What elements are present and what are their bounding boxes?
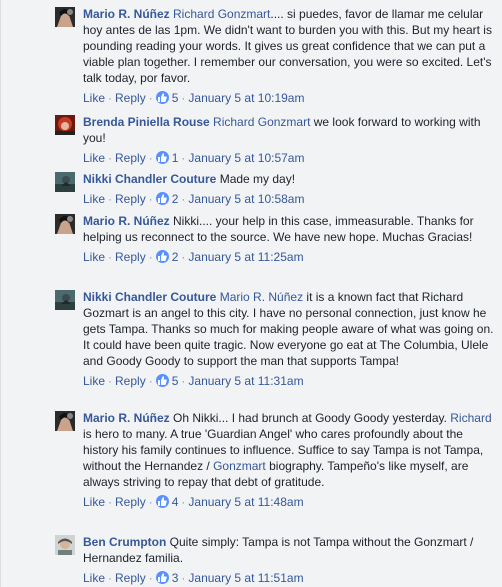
comment-item: Brenda Piniella Rouse Richard Gonzmart w…	[55, 114, 495, 167]
comment-text: Mario R. Núñez Oh Nikki... I had brunch …	[83, 410, 495, 490]
separator-dot: ·	[181, 495, 186, 509]
separator-dot: ·	[181, 192, 186, 206]
mario-avatar[interactable]	[55, 411, 75, 431]
comment-author-link[interactable]: Mario R. Núñez	[83, 411, 170, 425]
separator-dot: ·	[108, 495, 113, 509]
reply-button[interactable]: Reply	[115, 91, 146, 105]
comment-text: Nikki Chandler Couture Mario R. Núñez it…	[83, 289, 495, 369]
separator-dot: ·	[148, 151, 153, 165]
comment-actions: Like · Reply · 3 · January 5 at 11:51am	[83, 569, 495, 587]
brenda-avatar[interactable]	[55, 115, 75, 135]
thumbs-up-icon	[155, 192, 169, 205]
thumbs-up-icon	[155, 91, 169, 104]
comment-body: Mario R. Núñez Nikki.... your help in th…	[83, 213, 495, 266]
reply-button[interactable]: Reply	[115, 250, 146, 264]
like-button[interactable]: Like	[83, 374, 105, 388]
reply-button[interactable]: Reply	[115, 495, 146, 509]
comment-actions: Like · Reply · 5 · January 5 at 10:19am	[83, 89, 495, 107]
reply-button[interactable]: Reply	[115, 192, 146, 206]
separator-dot: ·	[148, 250, 153, 264]
separator-dot: ·	[108, 192, 113, 206]
like-button[interactable]: Like	[83, 571, 105, 585]
comment-body: Nikki Chandler Couture Mario R. Núñez it…	[83, 289, 495, 390]
comment-message: Made my day!	[219, 172, 296, 186]
comment-actions: Like · Reply · 2 · January 5 at 11:25am	[83, 248, 495, 266]
comment-item: Mario R. Núñez Richard Gonzmart.... si p…	[55, 6, 495, 107]
separator-dot: ·	[148, 91, 153, 105]
thumbs-up-icon	[155, 151, 169, 164]
separator-dot: ·	[181, 250, 186, 264]
separator-dot: ·	[181, 374, 186, 388]
timestamp-link[interactable]: January 5 at 10:57am	[188, 151, 304, 165]
reply-button[interactable]: Reply	[115, 374, 146, 388]
comment-text: Nikki Chandler Couture Made my day!	[83, 171, 495, 187]
mention-link[interactable]: Richard	[450, 411, 491, 425]
thumbs-up-icon	[155, 571, 169, 584]
timestamp-link[interactable]: January 5 at 11:31am	[188, 374, 303, 388]
separator-dot: ·	[108, 250, 113, 264]
mario-avatar[interactable]	[55, 214, 75, 234]
comment-author-link[interactable]: Mario R. Núñez	[83, 214, 170, 228]
comment-item: Nikki Chandler Couture Mario R. Núñez it…	[55, 289, 495, 390]
comment-author-link[interactable]: Nikki Chandler Couture	[83, 290, 216, 304]
separator-dot: ·	[148, 192, 153, 206]
like-button[interactable]: Like	[83, 151, 105, 165]
separator-dot: ·	[108, 151, 113, 165]
reply-button[interactable]: Reply	[115, 151, 146, 165]
thumbs-up-icon	[155, 495, 169, 508]
comment-body: Nikki Chandler Couture Made my day! Like ·…	[83, 171, 495, 208]
like-button[interactable]: Like	[83, 91, 105, 105]
thumbs-up-icon	[155, 374, 169, 387]
comment-message: Oh Nikki... I had brunch at Goody Goody …	[173, 411, 451, 425]
timestamp-link[interactable]: January 5 at 10:58am	[188, 192, 304, 206]
comment-item: Ben Crumpton Quite simply: Tampa is not …	[55, 534, 495, 587]
comment-thread: Mario R. Núñez Richard Gonzmart.... si p…	[0, 0, 502, 587]
comment-body: Mario R. Núñez Oh Nikki... I had brunch …	[83, 410, 495, 511]
separator-dot: ·	[108, 91, 113, 105]
comment-author-link[interactable]: Brenda Piniella Rouse	[83, 115, 210, 129]
separator-dot: ·	[148, 571, 153, 585]
mention-link[interactable]: Richard Gonzmart	[173, 7, 270, 21]
comment-author-link[interactable]: Nikki Chandler Couture	[83, 172, 216, 186]
comment-text: Brenda Piniella Rouse Richard Gonzmart w…	[83, 114, 495, 146]
timestamp-link[interactable]: January 5 at 10:19am	[188, 91, 304, 105]
mention-link[interactable]: Gonzmart	[213, 459, 266, 473]
separator-dot: ·	[108, 374, 113, 388]
like-button[interactable]: Like	[83, 250, 105, 264]
separator-dot: ·	[181, 151, 186, 165]
comment-author-link[interactable]: Ben Crumpton	[83, 535, 166, 549]
thumbs-up-icon	[155, 250, 169, 263]
comment-actions: Like · Reply · 5 · January 5 at 11:31am	[83, 372, 495, 390]
comment-body: Brenda Piniella Rouse Richard Gonzmart w…	[83, 114, 495, 167]
comment-actions: Like · Reply · 1 · January 5 at 10:57am	[83, 149, 495, 167]
comment-actions: Like · Reply · 2 · January 5 at 10:58am	[83, 190, 495, 208]
nikki-avatar[interactable]	[55, 290, 75, 310]
timestamp-link[interactable]: January 5 at 11:25am	[188, 250, 303, 264]
separator-dot: ·	[148, 495, 153, 509]
comment-body: Mario R. Núñez Richard Gonzmart.... si p…	[83, 6, 495, 107]
comment-text: Ben Crumpton Quite simply: Tampa is not …	[83, 534, 495, 566]
like-button[interactable]: Like	[83, 495, 105, 509]
nikki-avatar[interactable]	[55, 172, 75, 192]
comment-item: Mario R. Núñez Nikki.... your help in th…	[55, 213, 495, 266]
separator-dot: ·	[181, 571, 186, 585]
timestamp-link[interactable]: January 5 at 11:48am	[188, 495, 303, 509]
comment-body: Ben Crumpton Quite simply: Tampa is not …	[83, 534, 495, 587]
ben-avatar[interactable]	[55, 535, 75, 555]
separator-dot: ·	[148, 374, 153, 388]
separator-dot: ·	[181, 91, 186, 105]
comment-actions: Like · Reply · 4 · January 5 at 11:48am	[83, 493, 495, 511]
like-button[interactable]: Like	[83, 192, 105, 206]
mention-link[interactable]: Mario R. Núñez	[220, 290, 303, 304]
comment-text: Mario R. Núñez Richard Gonzmart.... si p…	[83, 6, 495, 86]
comment-author-link[interactable]: Mario R. Núñez	[83, 7, 170, 21]
comment-item: Nikki Chandler Couture Made my day! Like ·…	[55, 171, 495, 208]
comment-text: Mario R. Núñez Nikki.... your help in th…	[83, 213, 495, 245]
comment-item: Mario R. Núñez Oh Nikki... I had brunch …	[55, 410, 495, 511]
mention-link[interactable]: Richard Gonzmart	[213, 115, 310, 129]
separator-dot: ·	[108, 571, 113, 585]
timestamp-link[interactable]: January 5 at 11:51am	[188, 571, 303, 585]
reply-button[interactable]: Reply	[115, 571, 146, 585]
mario-avatar[interactable]	[55, 7, 75, 27]
